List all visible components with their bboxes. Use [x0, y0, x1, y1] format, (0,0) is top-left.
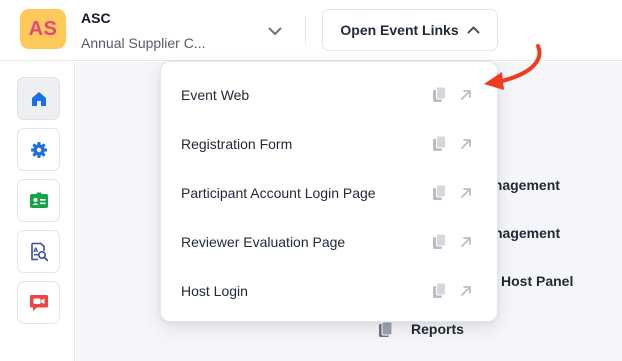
dropdown-item-label: Event Web	[181, 86, 250, 103]
copy-icon	[432, 282, 446, 298]
external-link-icon	[461, 187, 471, 198]
event-switcher-button[interactable]	[264, 20, 286, 42]
copy-icon	[432, 86, 446, 102]
external-link-icon	[461, 285, 471, 296]
dropdown-item-label: Reviewer Evaluation Page	[181, 233, 346, 250]
sidebar-item-home[interactable]	[17, 77, 60, 120]
document-search-icon: A	[30, 242, 48, 261]
svg-text:A: A	[33, 246, 38, 254]
copy-link-button[interactable]	[429, 134, 449, 154]
dropdown-item-event-web[interactable]: Event Web	[161, 70, 497, 119]
open-link-button[interactable]	[456, 281, 476, 301]
chevron-down-icon	[268, 27, 282, 35]
dropdown-item-reviewer-evaluation[interactable]: Reviewer Evaluation Page	[161, 217, 497, 266]
video-chat-icon	[29, 294, 48, 311]
copy-link-button[interactable]	[429, 281, 449, 301]
event-avatar[interactable]: AS	[20, 9, 66, 49]
copy-icon	[432, 233, 446, 249]
header-divider	[305, 16, 306, 44]
sidebar-item-sessions[interactable]	[17, 281, 60, 324]
copy-icon	[432, 184, 446, 200]
open-event-links-label: Open Event Links	[340, 22, 459, 38]
open-link-button[interactable]	[456, 183, 476, 203]
dropdown-item-host-login[interactable]: Host Login	[161, 266, 497, 315]
dropdown-item-label: Host Login	[181, 282, 248, 299]
dropdown-item-label: Participant Account Login Page	[181, 184, 376, 201]
external-link-icon	[461, 236, 471, 247]
gear-icon	[30, 141, 47, 158]
dropdown-item-label: Registration Form	[181, 135, 293, 152]
event-name: Annual Supplier C...	[81, 35, 206, 51]
external-link-icon	[461, 138, 471, 149]
left-sidebar: A	[0, 62, 75, 361]
copy-link-button[interactable]	[429, 232, 449, 252]
copy-icon	[432, 135, 446, 151]
open-link-button[interactable]	[456, 232, 476, 252]
open-link-button[interactable]	[456, 134, 476, 154]
event-links-dropdown: Event Web Registration Form Participant …	[160, 61, 498, 322]
chevron-up-icon	[467, 26, 480, 34]
copy-link-button[interactable]	[429, 183, 449, 203]
annotation-arrow-icon	[484, 44, 542, 90]
id-badge-icon	[29, 192, 48, 208]
sidebar-item-review[interactable]: A	[17, 230, 60, 273]
home-icon	[31, 91, 46, 106]
sidebar-item-participants[interactable]	[17, 179, 60, 222]
reports-icon	[379, 321, 393, 337]
background-menu-item[interactable]: Host Panel	[501, 273, 573, 289]
dropdown-item-registration-form[interactable]: Registration Form	[161, 119, 497, 168]
reports-menu-item[interactable]: Reports	[378, 320, 464, 338]
event-code: ASC	[81, 10, 111, 26]
background-menu-item[interactable]: nagement	[494, 225, 560, 241]
copy-link-button[interactable]	[429, 85, 449, 105]
reports-label: Reports	[411, 321, 464, 337]
dropdown-item-participant-login[interactable]: Participant Account Login Page	[161, 168, 497, 217]
sidebar-item-settings[interactable]	[17, 128, 60, 171]
